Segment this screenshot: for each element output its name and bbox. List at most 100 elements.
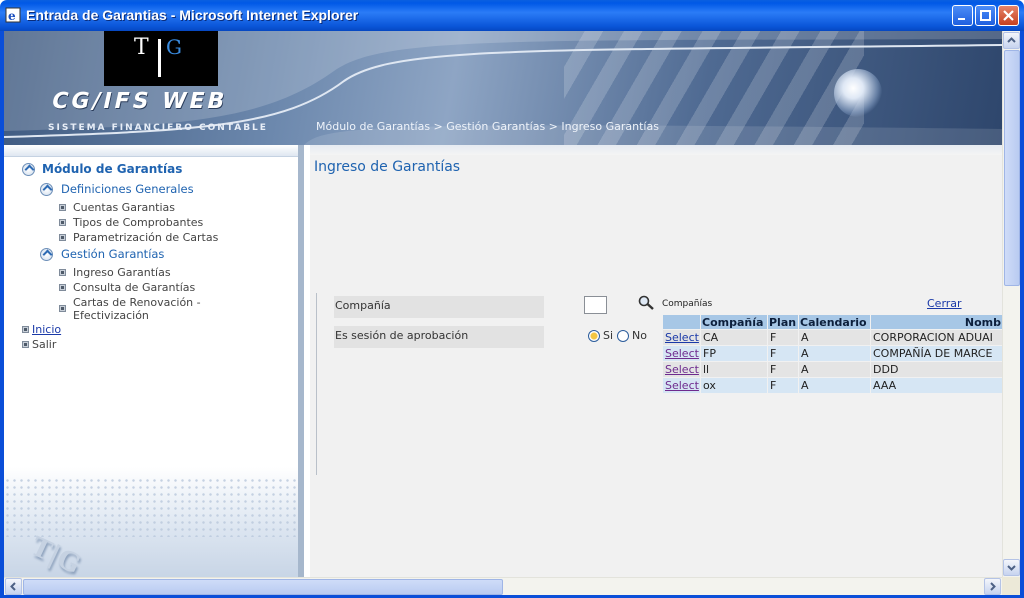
header-banner: T G CG/IFS WEB SISTEMA FINANCIERO CONTAB… <box>4 31 1002 145</box>
compania-input[interactable] <box>584 296 607 314</box>
sidebar-item-inicio[interactable]: Inicio <box>22 323 61 336</box>
select-link[interactable]: Select <box>665 347 699 360</box>
collapse-icon[interactable] <box>40 247 53 261</box>
sidebar-module-header[interactable]: Módulo de Garantías <box>22 162 182 176</box>
cell-plan: F <box>767 345 799 362</box>
svg-text:e: e <box>8 9 16 23</box>
scroll-up-button[interactable] <box>1003 32 1020 49</box>
salir-label[interactable]: Salir <box>32 338 56 351</box>
radio-no[interactable] <box>617 329 630 342</box>
cell-plan: F <box>767 361 799 378</box>
collapse-icon[interactable] <box>22 162 35 176</box>
sidebar-module-title[interactable]: Módulo de Garantías <box>42 162 182 176</box>
select-link[interactable]: Select <box>665 363 699 376</box>
bullet-icon <box>59 305 66 312</box>
lookup-close-link[interactable]: Cerrar <box>927 297 962 310</box>
bullet-icon <box>59 219 66 226</box>
banner-orb-decoration <box>834 69 882 117</box>
sidebar-item-label[interactable]: Tipos de Comprobantes <box>73 216 203 229</box>
bullet-icon <box>59 204 66 211</box>
sidebar-item-parametrizacion-cartas[interactable]: Parametrización de Cartas <box>59 231 218 244</box>
sidebar-item-label[interactable]: Cartas de Renovación - <box>73 296 201 309</box>
sidebar-item-consulta-garantias[interactable]: Consulta de Garantías <box>59 281 195 294</box>
close-icon <box>1003 10 1014 21</box>
vertical-scrollbar[interactable] <box>1002 31 1020 577</box>
cell-plan: F <box>767 329 799 346</box>
maximize-icon <box>980 10 991 21</box>
main-content: Ingreso de Garantías Compañía Es sesión … <box>310 145 1002 577</box>
bullet-icon <box>59 269 66 276</box>
select-link[interactable]: Select <box>665 379 699 392</box>
sidebar-top-decoration <box>4 145 298 157</box>
sidebar-item-salir[interactable]: Salir <box>22 338 56 351</box>
scroll-down-button[interactable] <box>1003 559 1020 576</box>
horizontal-scroll-thumb[interactable] <box>23 579 503 595</box>
sidebar-item-label[interactable]: Cuentas Garantias <box>73 201 175 214</box>
cell-nombre: COMPAÑÍA DE MARCE <box>870 345 1002 362</box>
sidebar-item-tipos-comprobantes[interactable]: Tipos de Comprobantes <box>59 216 203 229</box>
horizontal-scrollbar[interactable] <box>4 577 1002 595</box>
table-row: Select ox F A AAA <box>662 377 1002 394</box>
sidebar-section-label[interactable]: Definiciones Generales <box>61 182 194 196</box>
scroll-left-button[interactable] <box>5 578 22 595</box>
logo-letter-right: G <box>166 35 182 59</box>
inicio-link[interactable]: Inicio <box>32 323 61 336</box>
cell-compania: FP <box>700 345 768 362</box>
window-title: Entrada de Garantias - Microsoft Interne… <box>26 7 359 23</box>
sidebar-item-text[interactable]: Cartas de Renovación - Efectivización <box>66 296 201 322</box>
collapse-icon[interactable] <box>40 182 53 196</box>
sidebar-section-gestion[interactable]: Gestión Garantías <box>40 247 164 261</box>
table-row: Select FP F A COMPAÑÍA DE MARCE <box>662 345 1002 362</box>
scroll-right-button[interactable] <box>984 578 1001 595</box>
select-link[interactable]: Select <box>665 331 699 344</box>
table-row: Select ll F A DDD <box>662 361 1002 378</box>
sidebar-section-label[interactable]: Gestión Garantías <box>61 247 164 261</box>
radio-no-label: No <box>632 329 648 342</box>
search-icon[interactable] <box>638 295 656 311</box>
cell-calendario: A <box>798 377 871 394</box>
company-logo: T G <box>104 31 218 86</box>
cell-calendario: A <box>798 345 871 362</box>
compania-label: Compañía <box>334 296 544 318</box>
breadcrumb: Módulo de Garantías > Gestión Garantías … <box>316 120 659 133</box>
brand-title: CG/IFS WEB <box>49 89 230 114</box>
sidebar-item-label[interactable]: Parametrización de Cartas <box>73 231 218 244</box>
window-titlebar: e Entrada de Garantias - Microsoft Inter… <box>0 0 1024 31</box>
close-button[interactable] <box>998 5 1019 26</box>
cell-plan: F <box>767 377 799 394</box>
main-top-decoration <box>310 145 1002 155</box>
sidebar-section-definiciones[interactable]: Definiciones Generales <box>40 182 194 196</box>
chevron-up-icon <box>1007 37 1016 43</box>
sidebar-item-cuentas-garantias[interactable]: Cuentas Garantias <box>59 201 175 214</box>
sidebar-item-label-cont[interactable]: Efectivización <box>73 309 201 322</box>
column-header <box>662 314 701 330</box>
sidebar-item-label[interactable]: Ingreso Garantías <box>73 266 171 279</box>
sidebar-item-ingreso-garantias[interactable]: Ingreso Garantías <box>59 266 171 279</box>
cell-nombre: CORPORACION ADUAI <box>870 329 1002 346</box>
radio-si-label: Si <box>603 329 614 342</box>
column-header: Plan <box>767 314 799 330</box>
cell-calendario: A <box>798 329 871 346</box>
minimize-button[interactable] <box>952 5 973 26</box>
sidebar-item-cartas-renovacion[interactable]: Cartas de Renovación - Efectivización <box>59 296 201 322</box>
chevron-down-icon <box>1007 565 1016 571</box>
vertical-scroll-thumb[interactable] <box>1004 50 1020 286</box>
logo-divider <box>158 39 161 77</box>
cell-compania: ll <box>700 361 768 378</box>
scrollbar-corner <box>1002 577 1020 595</box>
cell-compania: CA <box>700 329 768 346</box>
table-row: Select CA F A CORPORACION ADUAI <box>662 329 1002 346</box>
bullet-icon <box>59 234 66 241</box>
cell-compania: ox <box>700 377 768 394</box>
table-header-row: Compañía Plan Calendario Nomb <box>662 314 1002 330</box>
column-header: Calendario <box>798 314 871 330</box>
cell-calendario: A <box>798 361 871 378</box>
chevron-left-icon <box>10 582 16 591</box>
sidebar-item-label[interactable]: Consulta de Garantías <box>73 281 195 294</box>
cell-nombre: AAA <box>870 377 1002 394</box>
lookup-popup-title: Compañías <box>662 299 713 309</box>
radio-si[interactable] <box>588 329 600 342</box>
window-frame-right <box>1020 31 1024 598</box>
maximize-button[interactable] <box>975 5 996 26</box>
aprobacion-radio-group: Si No <box>588 329 651 342</box>
